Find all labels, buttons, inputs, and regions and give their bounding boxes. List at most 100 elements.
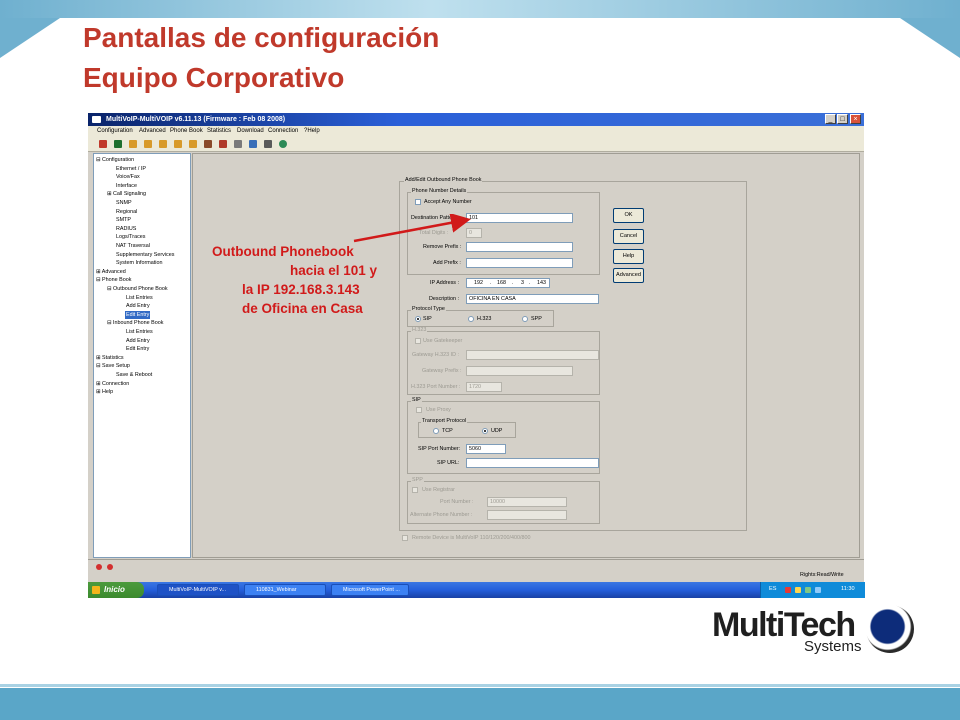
menu-connection[interactable]: Connection: [268, 126, 298, 136]
accept-any-number-checkbox[interactable]: [415, 199, 421, 205]
ip-address-label: IP Address :: [430, 280, 459, 286]
reboot-icon[interactable]: [249, 140, 257, 148]
minimize-button[interactable]: _: [825, 114, 836, 124]
destination-pattern-input[interactable]: 101: [466, 213, 573, 223]
tree-toggle-icon[interactable]: ⊟: [96, 363, 101, 369]
transport-tcp-radio[interactable]: [433, 428, 439, 434]
transport-udp-radio[interactable]: [482, 428, 488, 434]
ip-octet-4: 143: [537, 280, 546, 286]
tree-item-call-signaling[interactable]: ⊞ Call Signaling: [107, 190, 146, 199]
tree-item-save-setup[interactable]: ⊟ Save Setup: [96, 362, 130, 371]
tree-item-logs-traces[interactable]: Logs/Traces: [116, 233, 145, 242]
protocol-h323-radio[interactable]: [468, 316, 474, 322]
network-icon[interactable]: [99, 140, 107, 148]
tree-toggle-icon[interactable]: ⊞: [96, 269, 101, 275]
tray-icon[interactable]: [805, 587, 811, 593]
phonebook-icon[interactable]: [159, 140, 167, 148]
tree-item-inbound-edit-entry[interactable]: Edit Entry: [126, 345, 149, 354]
tree-item-inbound-list-entries[interactable]: List Entries: [126, 328, 153, 337]
download-icon[interactable]: [234, 140, 242, 148]
menu-configuration[interactable]: Configuration: [97, 126, 133, 136]
use-proxy-checkbox[interactable]: [416, 407, 422, 413]
phonebook-icon[interactable]: [129, 140, 137, 148]
tree-item-radius[interactable]: RADIUS: [116, 225, 136, 234]
tree-item-statistics[interactable]: ⊞ Statistics: [96, 354, 124, 363]
use-gatekeeper-checkbox[interactable]: [415, 338, 421, 344]
cancel-button[interactable]: Cancel: [613, 229, 644, 244]
taskbar-item-powerpoint[interactable]: Microsoft PowerPoint ...: [331, 584, 409, 596]
menu-download[interactable]: Download: [237, 126, 264, 136]
tree-item-smtp[interactable]: SMTP: [116, 216, 131, 225]
tree-toggle-icon[interactable]: ⊟: [96, 277, 101, 283]
tree-item-snmp[interactable]: SNMP: [116, 199, 132, 208]
help-button[interactable]: Help: [613, 249, 644, 264]
tree-item-outbound-phone-book[interactable]: ⊟ Outbound Phone Book: [107, 285, 168, 294]
use-registrar-checkbox[interactable]: [412, 487, 418, 493]
menu-help[interactable]: ?Help: [304, 126, 320, 136]
remove-prefix-input[interactable]: [466, 242, 573, 252]
tree-toggle-icon[interactable]: ⊞: [96, 389, 101, 395]
taskbar-item-multivoip[interactable]: MultiVoIP-MultiVOIP v...: [157, 584, 239, 596]
tree-item-inbound-add-entry[interactable]: Add Entry: [126, 337, 150, 346]
tree-toggle-icon[interactable]: ⊟: [96, 157, 101, 163]
tree-item-help[interactable]: ⊞ Help: [96, 388, 113, 397]
spp-port-input[interactable]: 10000: [487, 497, 567, 507]
tray-icon[interactable]: [795, 587, 801, 593]
tree-item-nat-traversal[interactable]: NAT Traversal: [116, 242, 150, 251]
tree-item-voice-fax[interactable]: Voice/Fax: [116, 173, 140, 182]
tree-item-regional[interactable]: Regional: [116, 208, 137, 217]
tree-item-outbound-edit-entry[interactable]: Edit Entry: [125, 310, 151, 320]
tree-toggle-icon[interactable]: ⊟: [107, 320, 112, 326]
protocol-h323-label: H.323: [477, 316, 492, 322]
sip-port-input[interactable]: 5060: [466, 444, 506, 454]
menu-advanced[interactable]: Advanced: [139, 126, 166, 136]
tree-item-supplementary-services[interactable]: Supplementary Services: [116, 251, 174, 260]
tray-icon[interactable]: [785, 587, 791, 593]
tree-item-configuration[interactable]: ⊟ Configuration: [96, 156, 134, 165]
maximize-button[interactable]: □: [837, 114, 848, 124]
globe-icon[interactable]: [279, 140, 287, 148]
sip-url-input[interactable]: [466, 458, 599, 468]
tree-item-outbound-list-entries[interactable]: List Entries: [126, 294, 153, 303]
h323-port-input[interactable]: 1720: [466, 382, 502, 392]
tree-item-inbound-phone-book[interactable]: ⊟ Inbound Phone Book: [107, 319, 163, 328]
tools-icon[interactable]: [204, 140, 212, 148]
remote-device-checkbox[interactable]: [402, 535, 408, 541]
menu-statistics[interactable]: Statistics: [207, 126, 231, 136]
ip-address-input[interactable]: 192 . 168 . 3 . 143: [466, 278, 550, 288]
tree-item-system-information[interactable]: System Information: [116, 259, 162, 268]
phonebook-icon[interactable]: [174, 140, 182, 148]
menu-phone-book[interactable]: Phone Book: [170, 126, 203, 136]
advanced-button[interactable]: Advanced: [613, 268, 644, 283]
printer-icon[interactable]: [264, 140, 272, 148]
upload-icon[interactable]: [219, 140, 227, 148]
phonebook-icon[interactable]: [189, 140, 197, 148]
add-prefix-input[interactable]: [466, 258, 573, 268]
tree-toggle-icon[interactable]: ⊟: [107, 286, 112, 292]
tray-language[interactable]: ES: [769, 586, 776, 592]
ok-button[interactable]: OK: [613, 208, 644, 223]
tree-toggle-icon[interactable]: ⊞: [96, 381, 101, 387]
tree-item-advanced[interactable]: ⊞ Advanced: [96, 268, 126, 277]
close-button[interactable]: ×: [850, 114, 861, 124]
phonebook-icon[interactable]: [144, 140, 152, 148]
gateway-h323-id-input[interactable]: [466, 350, 599, 360]
protocol-spp-radio[interactable]: [522, 316, 528, 322]
tree-item-save-reboot[interactable]: Save & Reboot: [116, 371, 152, 380]
description-input[interactable]: OFICINA EN CASA: [466, 294, 599, 304]
tree-item-interface[interactable]: Interface: [116, 182, 137, 191]
monitor-icon[interactable]: [114, 140, 122, 148]
start-button[interactable]: Inicio: [88, 582, 144, 598]
gateway-prefix-input[interactable]: [466, 366, 573, 376]
bottom-divider: [0, 684, 960, 687]
tree-item-phone-book[interactable]: ⊟ Phone Book: [96, 276, 131, 285]
tree-toggle-icon[interactable]: ⊞: [96, 355, 101, 361]
tree-item-ethernet-ip[interactable]: Ethernet / IP: [116, 165, 146, 174]
taskbar-item-webinar[interactable]: 110831_Webinar: [244, 584, 326, 596]
tree-item-outbound-add-entry[interactable]: Add Entry: [126, 302, 150, 311]
tree-toggle-icon[interactable]: ⊞: [107, 191, 112, 197]
protocol-sip-radio[interactable]: [415, 316, 421, 322]
tray-icon[interactable]: [815, 587, 821, 593]
alternate-phone-input[interactable]: [487, 510, 567, 520]
tree-item-connection[interactable]: ⊞ Connection: [96, 380, 129, 389]
